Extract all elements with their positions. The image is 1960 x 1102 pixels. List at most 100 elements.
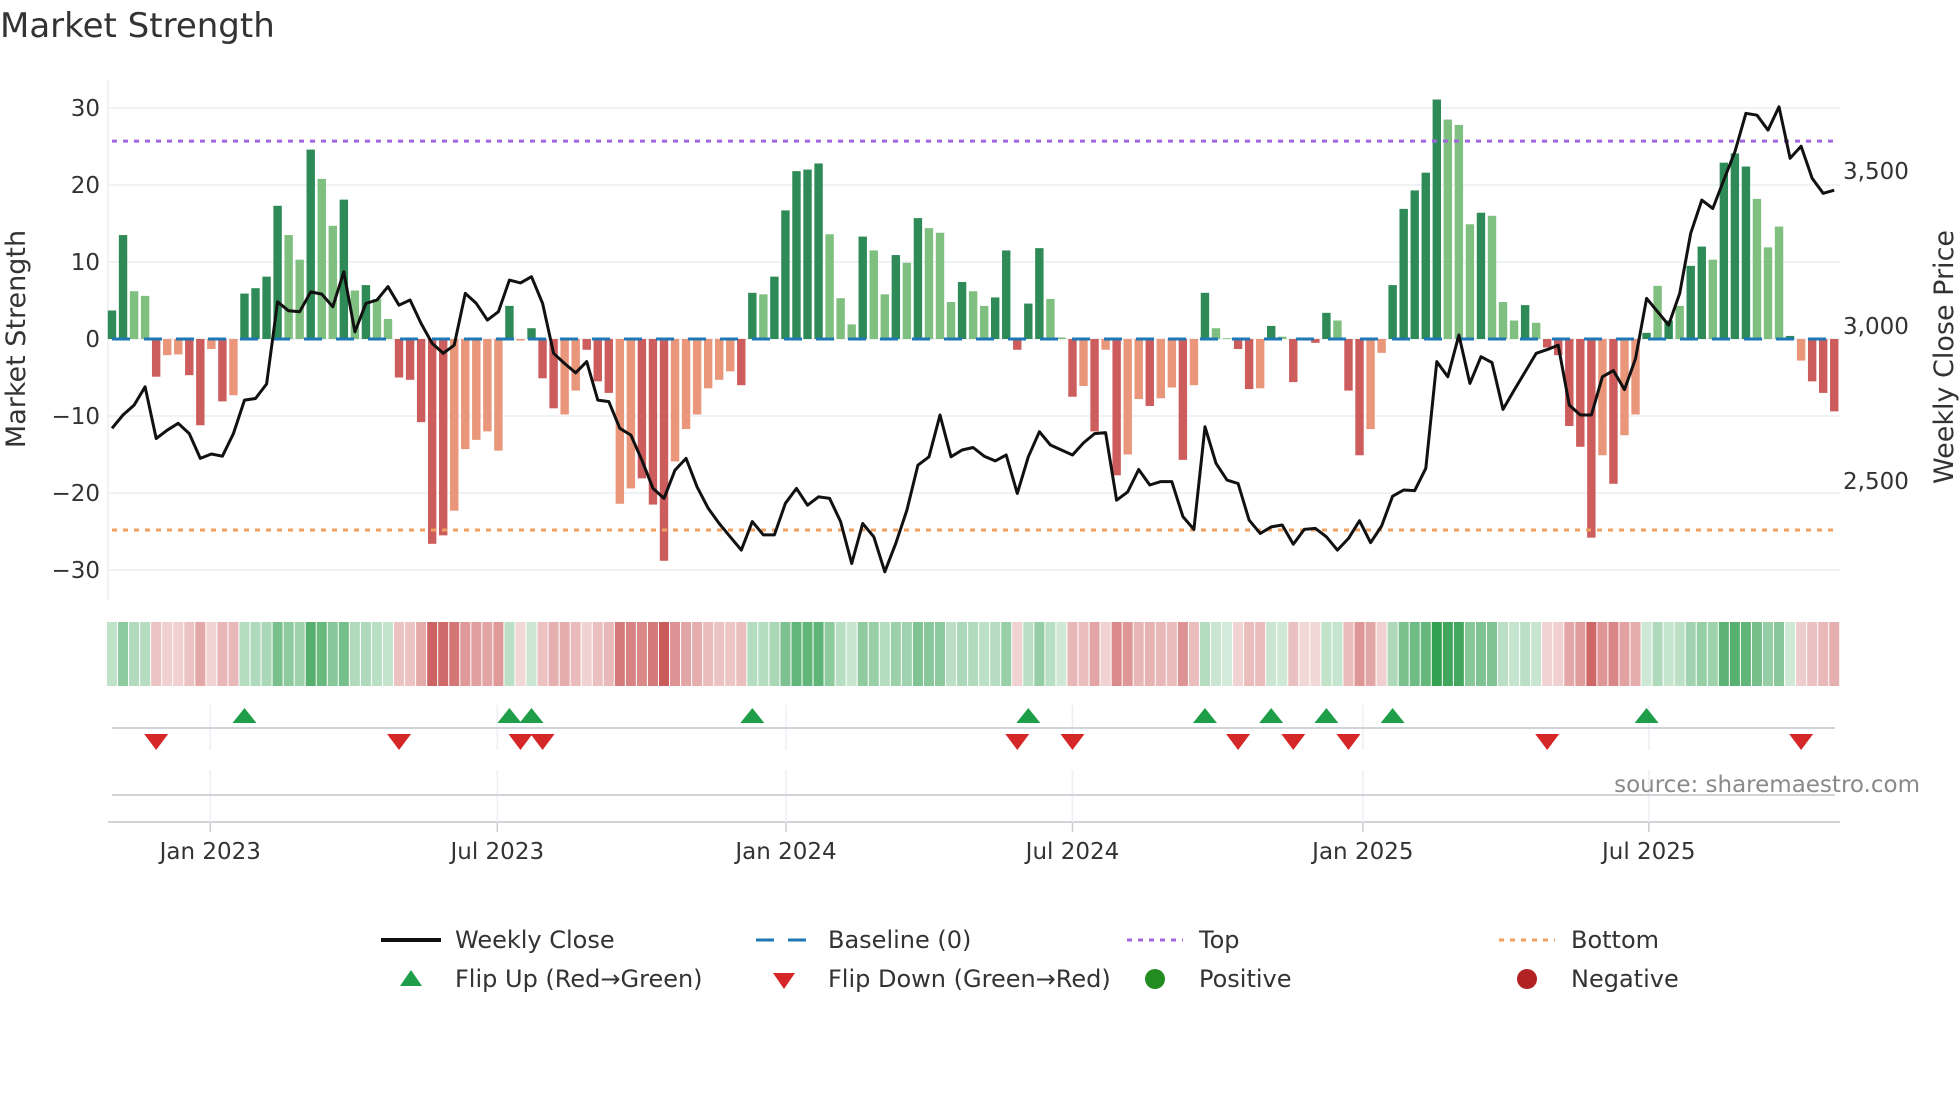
strength-bar — [913, 218, 923, 339]
strength-bar — [1013, 339, 1022, 350]
strength-bar — [140, 295, 150, 339]
heat-cell — [725, 622, 736, 686]
heat-cell — [1674, 622, 1685, 686]
strength-bar — [1399, 208, 1408, 339]
heat-cell — [1376, 622, 1387, 686]
strength-bar — [174, 339, 183, 355]
heat-cell — [449, 622, 460, 686]
heat-cell — [1663, 622, 1674, 686]
heat-cell — [1564, 622, 1575, 686]
heat-cell — [1166, 622, 1177, 686]
strength-bar — [196, 339, 205, 426]
heat-cell — [537, 622, 548, 686]
strength-bar — [118, 235, 128, 339]
heat-cell — [107, 622, 117, 686]
strength-bar — [759, 294, 768, 339]
heat-cell — [791, 622, 802, 686]
heat-cell — [769, 622, 780, 686]
heat-cell — [879, 622, 890, 686]
strength-bar — [107, 310, 117, 339]
strength-bar — [1763, 247, 1773, 339]
heat-cell — [1023, 622, 1034, 686]
strength-bar — [825, 234, 834, 339]
strength-bar — [880, 294, 889, 339]
strength-bar — [902, 262, 912, 339]
strength-bar — [1498, 302, 1508, 339]
strength-bar — [516, 339, 525, 341]
heat-cell — [460, 622, 471, 686]
strength-bars — [107, 99, 1839, 561]
flip-up-marker — [232, 708, 257, 723]
strength-bar — [218, 339, 227, 402]
strength-bar — [1543, 339, 1552, 348]
strength-bar — [163, 339, 172, 356]
strength-bar — [715, 339, 724, 380]
strength-bar — [372, 298, 382, 339]
strength-bar — [726, 339, 735, 372]
heat-cell — [217, 622, 228, 686]
strength-bar — [1233, 339, 1243, 350]
strength-bar — [1289, 339, 1298, 383]
heat-cell — [625, 622, 636, 686]
heat-cell — [1288, 622, 1299, 686]
heat-cell — [946, 622, 957, 686]
strength-bar — [681, 339, 691, 430]
strength-bar — [229, 339, 238, 396]
strength-bar — [1057, 337, 1066, 339]
heat-cell — [1729, 622, 1740, 686]
heat-cell — [813, 622, 824, 686]
strength-bar — [207, 339, 216, 350]
strength-bar — [593, 339, 602, 382]
strength-bar — [383, 318, 393, 339]
strength-bar — [1576, 339, 1585, 447]
market-strength-chart: 30 20 10 0 −10 −20 −30 3,500 3,000 2,500 Market St… — [1, 80, 1960, 865]
heat-cell — [824, 622, 835, 686]
strength-bar — [129, 291, 139, 339]
heat-cell — [1464, 622, 1475, 686]
heat-cell — [1774, 622, 1785, 686]
strength-bar — [317, 178, 326, 339]
heat-cell — [1310, 622, 1321, 686]
heat-cell — [603, 622, 614, 686]
heat-cell — [504, 622, 515, 686]
strength-bar — [979, 305, 989, 339]
strength-bar — [439, 339, 448, 536]
heat-cell — [1652, 622, 1663, 686]
flip-down-marker — [1789, 734, 1814, 750]
strength-bar — [284, 235, 293, 339]
flip-down-marker — [1336, 734, 1361, 750]
strength-bar — [1366, 339, 1375, 430]
heat-cell — [1409, 622, 1420, 686]
strength-bar — [1410, 190, 1419, 339]
heat-cell — [1078, 622, 1089, 686]
flip-up-marker — [519, 708, 544, 723]
flip-up-marker — [1192, 708, 1217, 723]
strength-bar — [394, 339, 404, 378]
heat-cell — [692, 622, 703, 686]
heat-cell — [515, 622, 526, 686]
heat-cell — [184, 622, 195, 686]
heat-cell — [780, 622, 791, 686]
strength-bar — [1807, 339, 1817, 382]
strength-bar — [1830, 339, 1839, 412]
heat-cell — [250, 622, 261, 686]
flip-down-marker — [1281, 734, 1306, 750]
heat-cell — [581, 622, 592, 686]
heat-cell — [206, 622, 217, 686]
flip-down-marker — [1060, 734, 1085, 750]
strength-bar — [957, 282, 967, 339]
heat-cell — [1740, 622, 1751, 686]
heat-cell — [482, 622, 493, 686]
heat-cell — [1707, 622, 1718, 686]
heat-cell — [968, 622, 979, 686]
heat-cell — [1089, 622, 1100, 686]
flip-down-marker — [508, 734, 533, 750]
strength-bar — [494, 339, 503, 451]
heat-cell — [1420, 622, 1431, 686]
heat-cell — [647, 622, 658, 686]
y2-tick-label: 2,500 — [1843, 469, 1909, 495]
heat-cell — [1553, 622, 1564, 686]
heat-cell — [747, 622, 758, 686]
heat-cell — [1696, 622, 1707, 686]
strength-bar — [1156, 339, 1165, 399]
